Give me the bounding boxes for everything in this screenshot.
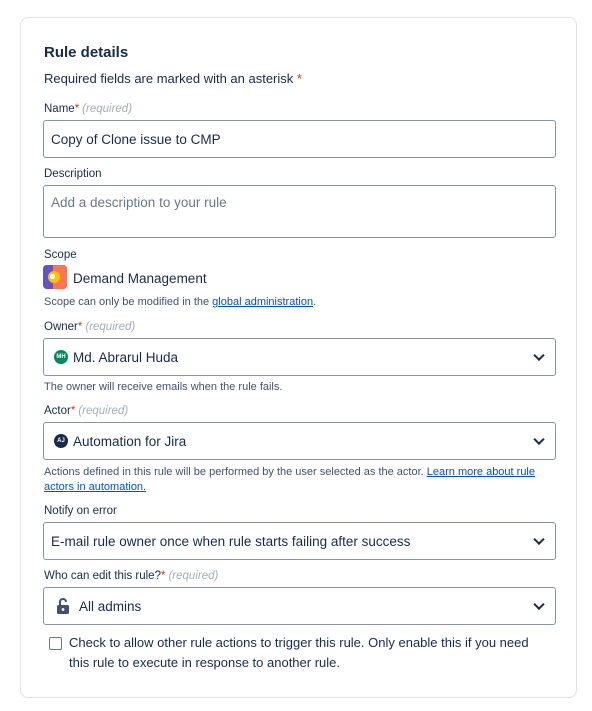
- actor-helper-prefix: Actions defined in this rule will be per…: [44, 466, 427, 478]
- scope-helper-suffix: .: [313, 296, 317, 308]
- who-can-edit-select-value: All admins: [79, 599, 142, 614]
- name-label: Name: [44, 103, 75, 115]
- description-field[interactable]: Add a description to your rule: [43, 185, 556, 238]
- name-asterisk: *: [74, 103, 80, 115]
- chevron-down-icon: [533, 349, 545, 362]
- required-fields-note: Required fields are marked with an aster…: [44, 71, 302, 86]
- owner-required-hint: (required): [85, 321, 136, 333]
- actor-asterisk: *: [70, 405, 76, 417]
- chevron-down-icon: [533, 533, 545, 546]
- scope-label: Scope: [44, 249, 77, 261]
- allow-trigger-label[interactable]: Check to allow other rule actions to tri…: [69, 633, 559, 673]
- scope-helper-text: Scope can only be modified in the global…: [44, 296, 316, 308]
- chevron-down-icon: [533, 598, 545, 611]
- owner-select[interactable]: MH Md. Abrarul Huda: [43, 338, 556, 376]
- section-title: Rule details: [44, 44, 129, 61]
- allow-trigger-label-line2: this rule to execute in response to anot…: [69, 655, 340, 670]
- name-label-row: Name* (required): [44, 103, 132, 115]
- owner-asterisk: *: [77, 321, 83, 333]
- description-label: Description: [44, 168, 102, 180]
- actor-select-value: Automation for Jira: [73, 434, 187, 449]
- global-administration-link[interactable]: global administration: [212, 296, 313, 308]
- required-asterisk: *: [296, 71, 302, 86]
- demand-management-project-icon: [43, 265, 67, 289]
- unlock-icon: [56, 597, 70, 615]
- owner-select-value: Md. Abrarul Huda: [73, 350, 179, 365]
- notify-select-value: E-mail rule owner once when rule starts …: [51, 534, 411, 549]
- name-required-hint: (required): [82, 103, 133, 115]
- scope-helper-prefix: Scope can only be modified in the: [44, 296, 213, 308]
- owner-label-row: Owner* (required): [44, 321, 135, 333]
- actor-label: Actor: [44, 405, 71, 417]
- name-field[interactable]: Copy of Clone issue to CMP: [43, 120, 556, 158]
- chevron-down-icon: [533, 433, 545, 446]
- description-placeholder: Add a description to your rule: [51, 195, 227, 210]
- scope-project-name: Demand Management: [73, 271, 207, 286]
- notify-label: Notify on error: [44, 505, 117, 517]
- name-field-value: Copy of Clone issue to CMP: [51, 132, 221, 147]
- who-can-edit-asterisk: *: [160, 570, 166, 582]
- actor-learn-more-link[interactable]: Learn more about rule: [427, 466, 535, 478]
- actor-avatar: AJ: [54, 434, 68, 448]
- who-can-edit-label-row: Who can edit this rule?* (required): [44, 570, 218, 582]
- owner-label: Owner: [44, 321, 78, 333]
- actor-helper-text: Actions defined in this rule will be per…: [44, 465, 559, 494]
- owner-helper-text: The owner will receive emails when the r…: [44, 381, 283, 393]
- allow-trigger-checkbox[interactable]: [49, 637, 62, 650]
- allow-trigger-label-line1: Check to allow other rule actions to tri…: [69, 635, 529, 650]
- actor-learn-more-link-line2[interactable]: actors in automation.: [44, 481, 146, 493]
- who-can-edit-label: Who can edit this rule?: [44, 570, 161, 582]
- notify-select[interactable]: E-mail rule owner once when rule starts …: [43, 522, 556, 560]
- required-fields-text: Required fields are marked with an aster…: [44, 71, 294, 86]
- actor-required-hint: (required): [78, 405, 129, 417]
- actor-label-row: Actor* (required): [44, 405, 128, 417]
- who-can-edit-select[interactable]: All admins: [43, 587, 556, 625]
- who-can-edit-required-hint: (required): [168, 570, 219, 582]
- rule-details-panel: Rule details Required fields are marked …: [20, 17, 577, 698]
- owner-avatar: MH: [54, 350, 68, 364]
- actor-select[interactable]: AJ Automation for Jira: [43, 422, 556, 460]
